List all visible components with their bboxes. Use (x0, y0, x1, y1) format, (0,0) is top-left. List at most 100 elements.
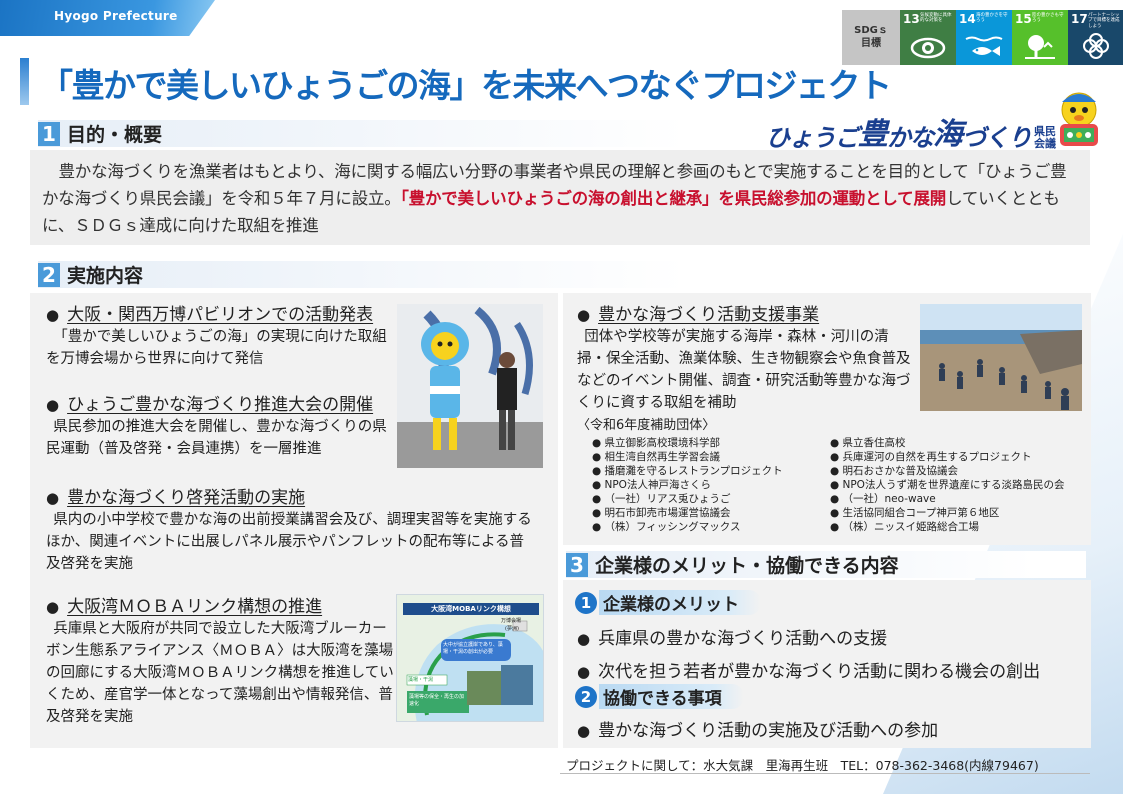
collab-label: 協働できる事項 (599, 684, 744, 709)
list-item: ● 県立御影高校環境科学部 (592, 437, 720, 449)
merit-label: 企業様のメリット (599, 590, 761, 615)
prefectural-council-logo: ひょうご 豊 かな 海 づくり 県民 会議 (766, 109, 1056, 153)
bullet: ● (46, 489, 60, 507)
logo-text-big: 豊 (858, 117, 888, 152)
section-1-title: 目的・概要 (67, 124, 163, 146)
moba-map-tag-conservation: 藻場等の保全・再生の加速化 (409, 694, 465, 707)
sdgs-label-line2: 目標 (861, 37, 881, 49)
title-accent-bar (20, 58, 29, 105)
list-item: ● NPO法人神戸海さくら (592, 479, 711, 491)
list-item: ● NPO法人うず潮を世界遺産にする淡路島民の会 (830, 479, 1065, 491)
activity-expo-heading: ● 大阪・関西万博パビリオンでの活動発表 (46, 300, 394, 325)
activity-convention-heading: ● ひょうご豊かな海づくり推進大会の開催 (46, 390, 394, 415)
list-item: ● （一社）リアス兎ひょうご (592, 493, 731, 505)
section-1-header: 1 目的・概要 (38, 120, 758, 147)
activity-moba-title: 大阪湾ＭＯＢＡリンク構想の推進 (67, 597, 323, 617)
bullet: ● (577, 663, 591, 681)
activity-expo: ● 大阪・関西万博パビリオンでの活動発表 「豊かで美しいひょうごの海」の実現に向け… (46, 300, 394, 370)
collab-item-1: ● 豊かな海づくり活動の実施及び活動への参加 (577, 716, 938, 741)
activity-support-body: 団体や学校等が実施する海岸・森林・河川の清掃・保全活動、漁業体験、生き物観察会や… (577, 329, 911, 411)
activity-support-heading: ● 豊かな海づくり活動支援事業 (577, 300, 917, 325)
sdg-13-number: 13 (903, 12, 920, 26)
footer-divider (560, 773, 1090, 774)
sdg-13: 13 気候変動に具体的な対策を (900, 10, 956, 65)
moba-map-expo-tag2: (夢洲) (505, 626, 519, 632)
section-3-title: 企業様のメリット・協働できる内容 (595, 555, 899, 577)
list-item: ● 相生湾自然再生学習会議 (592, 451, 720, 463)
activity-moba: ● 大阪湾ＭＯＢＡリンク構想の推進 兵庫県と大阪府が共同で設立した大阪湾ブルーカー… (46, 592, 394, 728)
tree-icon (1012, 33, 1068, 61)
sdg-14: 14 海の豊かさを守ろう (956, 10, 1012, 65)
activity-expo-body: 「豊かで美しいひょうごの海」の実現に向けた取組を万博会場から世界に向けて発信 (46, 329, 387, 367)
merit-item-2-text: 次代を担う若者が豊かな海づくり活動に関わる機会の創出 (598, 662, 1041, 682)
activity-convention-title: ひょうご豊かな海づくり推進大会の開催 (67, 395, 374, 415)
sdg-17-number: 17 (1071, 12, 1088, 26)
sdg-15-number: 15 (1015, 12, 1032, 26)
bullet: ● (46, 306, 60, 324)
moba-map-bubble: 大中が協立護岸であり、藻場・干潟の創出が必要 (443, 642, 503, 655)
page: Hyogo Prefecture SDGｓ 目標 13 気候変動に具体的な対策を… (0, 0, 1123, 794)
activity-moba-heading: ● 大阪湾ＭＯＢＡリンク構想の推進 (46, 592, 394, 617)
sdgs-label: SDGｓ 目標 (842, 10, 900, 65)
list-item: ● 生活協同組合コープ神戸第６地区 (830, 507, 1000, 519)
bullet: ● (577, 722, 591, 740)
globe-eye-icon (900, 35, 956, 61)
merit-item-1-text: 兵庫県の豊かな海づくり活動への支援 (598, 629, 888, 649)
merit-subheader: 1 企業様のメリット (575, 590, 761, 615)
activity-awareness-heading: ● 豊かな海づくり啓発活動の実施 (46, 483, 536, 508)
merit-item-1: ● 兵庫県の豊かな海づくり活動への支援 (577, 624, 887, 649)
section-2-header: 2 実施内容 (38, 261, 758, 288)
sdg-14-text: 海の豊かさを守ろう (976, 13, 1008, 24)
activity-support-note: 〈令和6年度補助団体〉 (577, 418, 716, 433)
purpose-text: 豊かな海づくりを漁業者はもとより、海に関する幅広い分野の事業者や県民の理解と参画… (42, 158, 1078, 239)
partnership-icon (1068, 31, 1123, 61)
mascot-icon (1046, 88, 1112, 150)
merit-number: 1 (575, 591, 597, 614)
prefecture-label: Hyogo Prefecture (54, 9, 178, 23)
bullet: ● (46, 598, 60, 616)
sdgs-label-line1: SDGｓ (854, 25, 888, 36)
logo-text-big2: 海 (933, 117, 963, 152)
collab-number: 2 (575, 685, 597, 708)
sdg-15-text: 陸の豊かさも守ろう (1032, 13, 1064, 24)
logo-text-a: ひょうご (766, 124, 859, 152)
list-item: ● 明石市卸売市場運営協議会 (592, 507, 731, 519)
activity-awareness: ● 豊かな海づくり啓発活動の実施 県内の小中学校で豊かな海の出前授業講習会及び、調… (46, 483, 536, 575)
moba-map-tag-seagrass: 藻場・干潟 (408, 677, 434, 683)
purpose-box: 豊かな海づくりを漁業者はもとより、海に関する幅広い分野の事業者や県民の理解と参画… (30, 150, 1090, 245)
list-item: ● （一社）neo-wave (830, 493, 936, 505)
fish-icon (956, 35, 1012, 61)
list-item: ● （株）ニッスイ姫路総合工場 (830, 521, 979, 533)
section-1-number: 1 (38, 121, 60, 146)
bullet: ● (46, 396, 60, 414)
subsidy-groups-list: ● 県立御影高校環境科学部 ● 県立香住高校 ● 相生湾自然再生学習会議 ● 兵… (592, 436, 1092, 534)
activity-convention: ● ひょうご豊かな海づくり推進大会の開催 県民参加の推進大会を開催し、豊かな海づく… (46, 390, 394, 460)
logo-text-b: かな (887, 124, 934, 152)
moba-link-map: 大阪湾MOBAリンク構想 万博会場 (夢洲) 大中が協立護岸であり、藻場・干潟の… (396, 594, 544, 722)
list-item: ● （株）フィッシングマックス (592, 521, 741, 533)
activity-awareness-title: 豊かな海づくり啓発活動の実施 (67, 488, 306, 508)
activity-support: ● 豊かな海づくり活動支援事業 団体や学校等が実施する海岸・森林・河川の清掃・保全… (577, 300, 917, 437)
page-title: 「豊かで美しいひょうごの海」を未来へつなぐプロジェクト (40, 66, 892, 105)
activity-support-title: 豊かな海づくり活動支援事業 (598, 305, 820, 325)
list-item: ● 県立香住高校 (830, 437, 906, 449)
activity-moba-body: 兵庫県と大阪府が共同で設立した大阪湾ブルーカーボン生態系アライアンス〈ＭＯＢＡ〉… (46, 621, 394, 725)
activity-expo-title: 大阪・関西万博パビリオンでの活動発表 (67, 305, 374, 325)
merit-item-2: ● 次代を担う若者が豊かな海づくり活動に関わる機会の創出 (577, 657, 1040, 682)
purpose-highlight: 「豊かで美しいひょうごの海の創出と継承」を県民総参加の運動として展開 (400, 189, 947, 208)
sdg-13-text: 気候変動に具体的な対策を (920, 13, 952, 24)
sdg-17: 17 パートナーシップで目標を達成しよう (1068, 10, 1123, 65)
section-2-number: 2 (38, 262, 60, 287)
sdg-17-text: パートナーシップで目標を達成しよう (1088, 13, 1120, 29)
expo-stage-photo (397, 304, 543, 468)
list-item: ● 播磨灘を守るレストランプロジェクト (592, 465, 783, 477)
section-3-header: 3 企業様のメリット・協働できる内容 (566, 551, 1086, 578)
list-item: ● 兵庫運河の自然を再生するプロジェクト (830, 451, 1032, 463)
contact-footer: プロジェクトに関して：水大気課 里海再生班 TEL：078-362-3468(内… (566, 758, 1039, 773)
collab-subheader: 2 協働できる事項 (575, 684, 744, 709)
sdgs-strip: SDGｓ 目標 13 気候変動に具体的な対策を 14 海の豊かさを守ろう 15 … (842, 10, 1123, 65)
section-2-title: 実施内容 (67, 265, 144, 287)
sdg-14-number: 14 (959, 12, 976, 26)
bullet: ● (577, 306, 591, 324)
sdg-15: 15 陸の豊かさも守ろう (1012, 10, 1068, 65)
